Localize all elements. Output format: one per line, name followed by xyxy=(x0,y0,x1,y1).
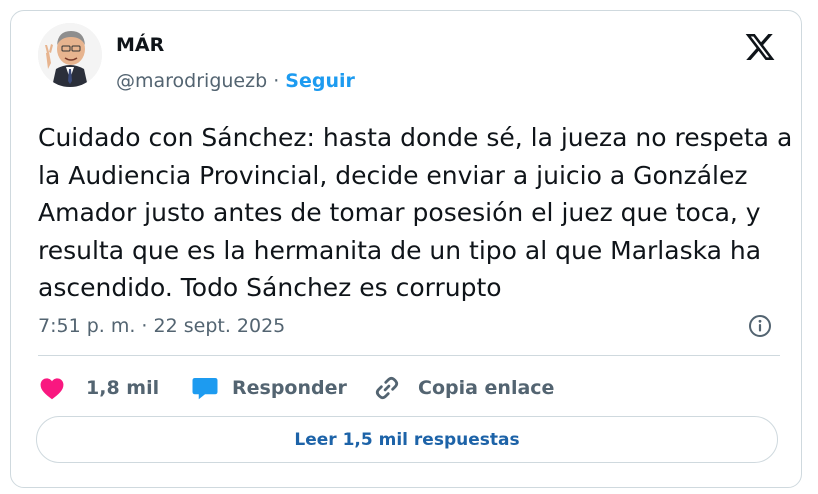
x-logo-icon[interactable] xyxy=(744,31,776,63)
divider xyxy=(38,355,780,356)
author-display-name[interactable]: MÁR xyxy=(116,34,164,56)
read-replies-button[interactable]: Leer 1,5 mil respuestas xyxy=(36,416,778,463)
speech-bubble-icon xyxy=(192,378,218,400)
like-button[interactable]: 1,8 mil xyxy=(38,372,159,404)
copy-link-button[interactable]: Copia enlace xyxy=(372,372,554,404)
reply-label: Responder xyxy=(232,377,347,399)
tweet-timestamp[interactable]: 7:51 p. m. · 22 sept. 2025 xyxy=(38,315,285,337)
author-handle-line: @marodriguezb · Seguir xyxy=(116,70,355,92)
avatar[interactable] xyxy=(38,23,102,87)
handle-separator: · xyxy=(273,70,280,92)
like-count: 1,8 mil xyxy=(86,377,160,399)
reply-button[interactable]: Responder xyxy=(190,372,347,404)
author-handle[interactable]: @marodriguezb xyxy=(116,70,267,92)
heart-icon xyxy=(40,378,64,400)
copy-link-label: Copia enlace xyxy=(418,377,555,399)
follow-button[interactable]: Seguir xyxy=(285,70,355,92)
link-icon xyxy=(375,376,399,400)
info-icon[interactable] xyxy=(748,314,772,338)
avatar-caricature-image xyxy=(38,23,102,87)
tweet-text: Cuidado con Sánchez: hasta donde sé, la … xyxy=(38,123,793,302)
